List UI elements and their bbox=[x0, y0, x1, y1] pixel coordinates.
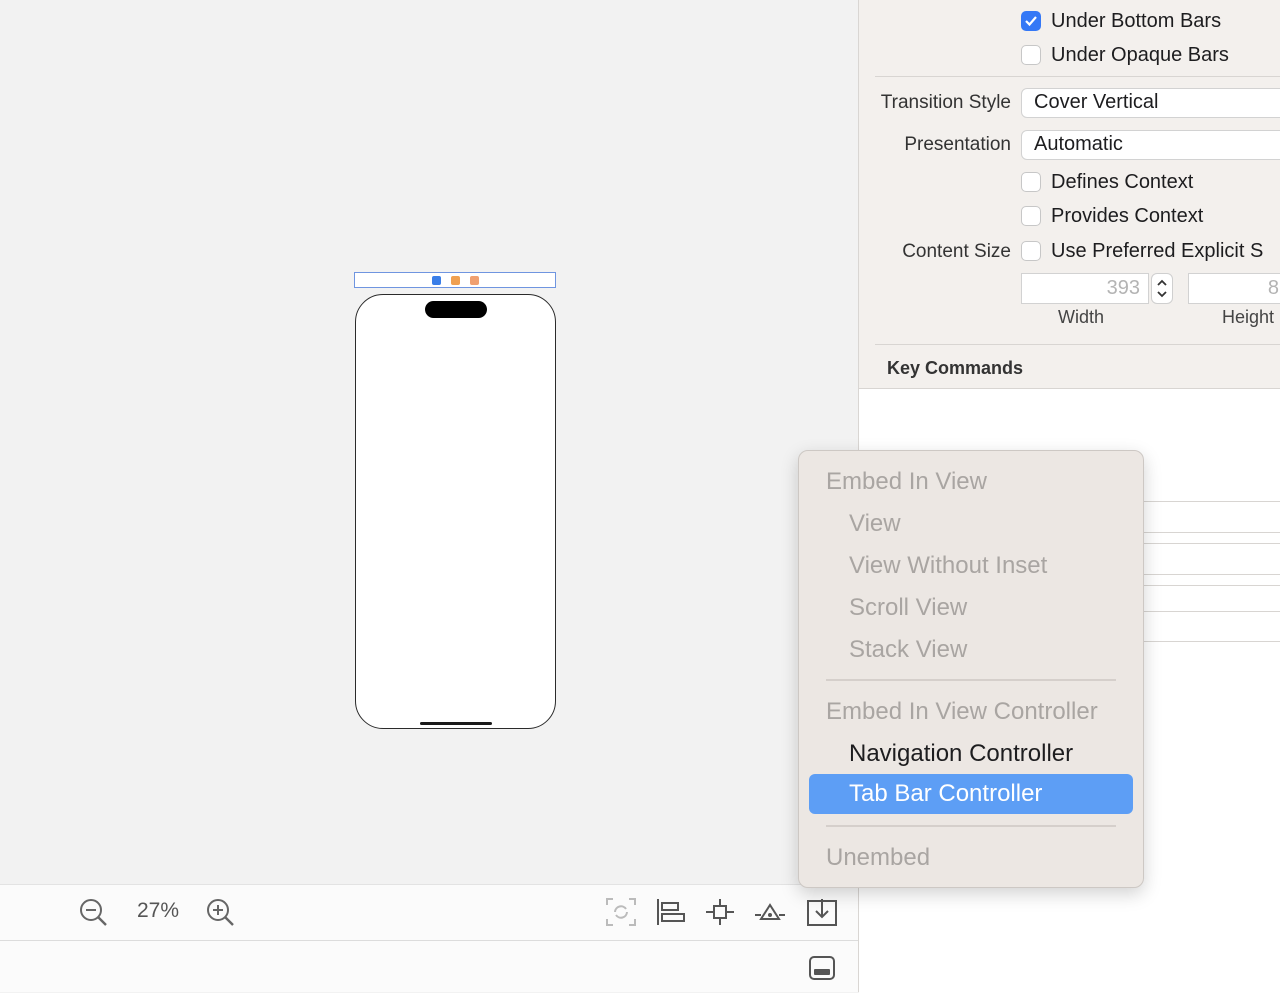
view-controller-scene[interactable] bbox=[355, 294, 556, 729]
toggle-debug-area-icon[interactable] bbox=[808, 955, 836, 981]
embed-in-icon[interactable] bbox=[806, 897, 838, 929]
add-constraints-icon[interactable] bbox=[704, 897, 736, 927]
presentation-label: Presentation bbox=[904, 134, 1011, 155]
defines-context-checkbox[interactable]: Defines Context bbox=[1021, 169, 1193, 195]
scene-dock[interactable] bbox=[354, 272, 556, 288]
menu-item-navigation-controller[interactable]: Navigation Controller bbox=[799, 735, 1143, 773]
divider bbox=[875, 344, 1280, 345]
height-field[interactable]: 8 bbox=[1188, 273, 1280, 304]
under-bottom-bars-label: Under Bottom Bars bbox=[1051, 9, 1222, 32]
view-controller-icon[interactable] bbox=[432, 276, 441, 285]
align-icon[interactable] bbox=[655, 897, 687, 927]
checkbox-icon[interactable] bbox=[1021, 172, 1041, 192]
menu-item-view-without-inset[interactable]: View Without Inset bbox=[799, 547, 1143, 585]
use-preferred-size-checkbox[interactable]: Use Preferred Explicit S bbox=[1021, 238, 1263, 264]
menu-separator bbox=[826, 679, 1116, 681]
menu-item-view[interactable]: View bbox=[799, 505, 1143, 543]
zoom-out-icon[interactable] bbox=[78, 897, 108, 927]
first-responder-icon[interactable] bbox=[451, 276, 460, 285]
width-field[interactable]: 393 bbox=[1021, 273, 1149, 304]
checkbox-icon[interactable] bbox=[1021, 241, 1041, 261]
divider bbox=[875, 76, 1280, 77]
home-indicator bbox=[420, 722, 492, 725]
resolve-issues-icon[interactable] bbox=[753, 897, 787, 927]
zoom-level: 27% bbox=[136, 899, 180, 922]
menu-item-stack-view[interactable]: Stack View bbox=[799, 631, 1143, 669]
use-preferred-size-label: Use Preferred Explicit S bbox=[1051, 239, 1264, 262]
width-stepper[interactable] bbox=[1151, 273, 1173, 304]
storyboard-canvas[interactable] bbox=[0, 0, 858, 884]
width-label: Width bbox=[1058, 307, 1105, 327]
height-label: Height bbox=[1222, 307, 1275, 327]
menu-item-unembed[interactable]: Unembed bbox=[799, 839, 1143, 877]
transition-style-popup[interactable]: Cover Vertical bbox=[1021, 88, 1280, 118]
key-commands-title: Key Commands bbox=[887, 358, 1024, 378]
checkbox-icon[interactable] bbox=[1021, 45, 1041, 65]
embed-in-menu: Embed In View View View Without Inset Sc… bbox=[798, 450, 1144, 888]
menu-header-embed-in-view: Embed In View bbox=[826, 468, 987, 495]
exit-icon[interactable] bbox=[470, 276, 479, 285]
under-bottom-bars-checkbox[interactable]: Under Bottom Bars bbox=[1021, 8, 1221, 34]
menu-separator bbox=[826, 825, 1116, 827]
under-opaque-bars-checkbox[interactable]: Under Opaque Bars bbox=[1021, 42, 1229, 68]
canvas-toolbar: 27% bbox=[0, 884, 858, 940]
checkmark-icon[interactable] bbox=[1021, 11, 1041, 31]
defines-context-label: Defines Context bbox=[1051, 170, 1194, 193]
content-size-label: Content Size bbox=[902, 241, 1011, 262]
update-frames-icon[interactable] bbox=[605, 897, 637, 927]
provides-context-label: Provides Context bbox=[1051, 204, 1204, 227]
presentation-popup[interactable]: Automatic bbox=[1021, 130, 1280, 160]
stepper-arrows-icon[interactable] bbox=[1152, 274, 1172, 303]
menu-item-scroll-view[interactable]: Scroll View bbox=[799, 589, 1143, 627]
menu-header-embed-in-view-controller: Embed In View Controller bbox=[826, 698, 1098, 725]
zoom-in-icon[interactable] bbox=[205, 897, 235, 927]
debug-bar bbox=[0, 940, 858, 992]
dynamic-island bbox=[425, 301, 487, 318]
transition-style-label: Transition Style bbox=[880, 92, 1011, 113]
provides-context-checkbox[interactable]: Provides Context bbox=[1021, 203, 1203, 229]
menu-item-tab-bar-controller[interactable]: Tab Bar Controller bbox=[809, 774, 1133, 814]
checkbox-icon[interactable] bbox=[1021, 206, 1041, 226]
under-opaque-bars-label: Under Opaque Bars bbox=[1051, 43, 1229, 66]
